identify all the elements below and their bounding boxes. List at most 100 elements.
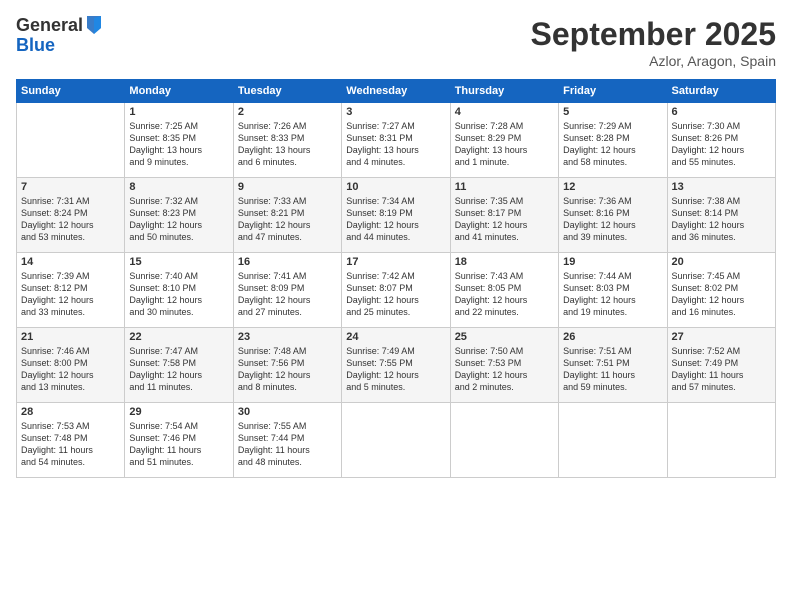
day-number: 11 <box>455 181 554 193</box>
calendar-cell: 25 Sunrise: 7:50 AM Sunset: 7:53 PM Dayli… <box>450 328 558 403</box>
day-info: Sunrise: 7:27 AM Sunset: 8:31 PM Dayligh… <box>346 120 445 169</box>
calendar-cell: 13Sunrise: 7:38 AM Sunset: 8:14 PM Dayli… <box>667 178 775 253</box>
calendar-cell: 17Sunrise: 7:42 AM Sunset: 8:07 PM Dayli… <box>342 253 450 328</box>
day-number: 19 <box>563 256 662 268</box>
calendar-cell: 29Sunrise: 7:54 AM Sunset: 7:46 PM Dayli… <box>125 403 233 478</box>
day-number: 8 <box>129 181 228 193</box>
day-info: Sunrise: 7:46 AM Sunset: 8:00 PM Dayligh… <box>21 345 120 394</box>
day-number: 21 <box>21 331 120 343</box>
day-number: 23 <box>238 331 337 343</box>
day-number: 2 <box>238 106 337 118</box>
day-info: Sunrise: 7:52 AM Sunset: 7:49 PM Dayligh… <box>672 345 771 394</box>
calendar-cell: 27 Sunrise: 7:52 AM Sunset: 7:49 PM Dayli… <box>667 328 775 403</box>
calendar-cell: 18Sunrise: 7:43 AM Sunset: 8:05 PM Dayli… <box>450 253 558 328</box>
day-info: Sunrise: 7:33 AM Sunset: 8:21 PM Dayligh… <box>238 195 337 244</box>
day-info: Sunrise: 7:36 AM Sunset: 8:16 PM Dayligh… <box>563 195 662 244</box>
day-info: Sunrise: 7:45 AM Sunset: 8:02 PM Dayligh… <box>672 270 771 319</box>
day-info: Sunrise: 7:47 AM Sunset: 7:58 PM Dayligh… <box>129 345 228 394</box>
calendar-cell: 5 Sunrise: 7:29 AM Sunset: 8:28 PM Daylig… <box>559 103 667 178</box>
day-info: Sunrise: 7:51 AM Sunset: 7:51 PM Dayligh… <box>563 345 662 394</box>
calendar-cell: 3 Sunrise: 7:27 AM Sunset: 8:31 PM Daylig… <box>342 103 450 178</box>
day-number: 12 <box>563 181 662 193</box>
calendar-cell: 10 Sunrise: 7:34 AM Sunset: 8:19 PM Dayli… <box>342 178 450 253</box>
day-number: 3 <box>346 106 445 118</box>
day-info: Sunrise: 7:34 AM Sunset: 8:19 PM Dayligh… <box>346 195 445 244</box>
calendar-cell: 14 Sunrise: 7:39 AM Sunset: 8:12 PM Dayli… <box>17 253 125 328</box>
calendar-cell: 8 Sunrise: 7:32 AM Sunset: 8:23 PM Daylig… <box>125 178 233 253</box>
day-info: Sunrise: 7:31 AM Sunset: 8:24 PM Dayligh… <box>21 195 120 244</box>
day-info: Sunrise: 7:38 AM Sunset: 8:14 PM Dayligh… <box>672 195 771 244</box>
day-info: Sunrise: 7:25 AM Sunset: 8:35 PM Dayligh… <box>129 120 228 169</box>
calendar-cell: 15Sunrise: 7:40 AM Sunset: 8:10 PM Dayli… <box>125 253 233 328</box>
day-info: Sunrise: 7:39 AM Sunset: 8:12 PM Dayligh… <box>21 270 120 319</box>
day-number: 14 <box>21 256 120 268</box>
day-info: Sunrise: 7:28 AM Sunset: 8:29 PM Dayligh… <box>455 120 554 169</box>
calendar-cell: 1 Sunrise: 7:25 AM Sunset: 8:35 PM Daylig… <box>125 103 233 178</box>
day-number: 25 <box>455 331 554 343</box>
logo-blue: Blue <box>16 36 103 56</box>
calendar-cell <box>667 403 775 478</box>
calendar-cell <box>342 403 450 478</box>
month-title: September 2025 <box>531 16 776 53</box>
header-wednesday: Wednesday <box>342 80 450 103</box>
day-number: 1 <box>129 106 228 118</box>
header: General Blue September 2025 Azlor, Arago… <box>16 16 776 69</box>
day-info: Sunrise: 7:49 AM Sunset: 7:55 PM Dayligh… <box>346 345 445 394</box>
day-number: 20 <box>672 256 771 268</box>
week-row-3: 14 Sunrise: 7:39 AM Sunset: 8:12 PM Dayli… <box>17 253 776 328</box>
calendar-cell: 12 Sunrise: 7:36 AM Sunset: 8:16 PM Dayli… <box>559 178 667 253</box>
calendar-cell: 11 Sunrise: 7:35 AM Sunset: 8:17 PM Dayli… <box>450 178 558 253</box>
day-number: 10 <box>346 181 445 193</box>
calendar-cell: 28 Sunrise: 7:53 AM Sunset: 7:48 PM Dayli… <box>17 403 125 478</box>
day-info: Sunrise: 7:35 AM Sunset: 8:17 PM Dayligh… <box>455 195 554 244</box>
day-number: 16 <box>238 256 337 268</box>
week-row-4: 21 Sunrise: 7:46 AM Sunset: 8:00 PM Dayli… <box>17 328 776 403</box>
calendar-cell: 6 Sunrise: 7:30 AM Sunset: 8:26 PM Daylig… <box>667 103 775 178</box>
header-sunday: Sunday <box>17 80 125 103</box>
day-info: Sunrise: 7:29 AM Sunset: 8:28 PM Dayligh… <box>563 120 662 169</box>
day-number: 5 <box>563 106 662 118</box>
title-section: September 2025 Azlor, Aragon, Spain <box>531 16 776 69</box>
day-number: 28 <box>21 406 120 418</box>
logo-icon <box>85 14 103 36</box>
day-number: 24 <box>346 331 445 343</box>
day-number: 22 <box>129 331 228 343</box>
calendar-cell: 30 Sunrise: 7:55 AM Sunset: 7:44 PM Dayli… <box>233 403 341 478</box>
day-info: Sunrise: 7:30 AM Sunset: 8:26 PM Dayligh… <box>672 120 771 169</box>
logo-text: General Blue <box>16 16 103 56</box>
day-number: 4 <box>455 106 554 118</box>
week-row-2: 7 Sunrise: 7:31 AM Sunset: 8:24 PM Daylig… <box>17 178 776 253</box>
day-number: 7 <box>21 181 120 193</box>
header-saturday: Saturday <box>667 80 775 103</box>
calendar-cell <box>559 403 667 478</box>
calendar-cell: 23Sunrise: 7:48 AM Sunset: 7:56 PM Dayli… <box>233 328 341 403</box>
logo-general: General <box>16 16 83 36</box>
day-info: Sunrise: 7:53 AM Sunset: 7:48 PM Dayligh… <box>21 420 120 469</box>
day-info: Sunrise: 7:41 AM Sunset: 8:09 PM Dayligh… <box>238 270 337 319</box>
day-number: 30 <box>238 406 337 418</box>
calendar-cell: 20 Sunrise: 7:45 AM Sunset: 8:02 PM Dayli… <box>667 253 775 328</box>
day-number: 15 <box>129 256 228 268</box>
calendar-cell: 16 Sunrise: 7:41 AM Sunset: 8:09 PM Dayli… <box>233 253 341 328</box>
calendar-cell: 9Sunrise: 7:33 AM Sunset: 8:21 PM Daylig… <box>233 178 341 253</box>
day-info: Sunrise: 7:43 AM Sunset: 8:05 PM Dayligh… <box>455 270 554 319</box>
calendar-cell: 7 Sunrise: 7:31 AM Sunset: 8:24 PM Daylig… <box>17 178 125 253</box>
day-info: Sunrise: 7:55 AM Sunset: 7:44 PM Dayligh… <box>238 420 337 469</box>
day-info: Sunrise: 7:44 AM Sunset: 8:03 PM Dayligh… <box>563 270 662 319</box>
calendar-cell: 2Sunrise: 7:26 AM Sunset: 8:33 PM Daylig… <box>233 103 341 178</box>
calendar-cell: 26 Sunrise: 7:51 AM Sunset: 7:51 PM Dayli… <box>559 328 667 403</box>
week-row-5: 28 Sunrise: 7:53 AM Sunset: 7:48 PM Dayli… <box>17 403 776 478</box>
calendar-cell: 19 Sunrise: 7:44 AM Sunset: 8:03 PM Dayli… <box>559 253 667 328</box>
calendar-cell: 21 Sunrise: 7:46 AM Sunset: 8:00 PM Dayli… <box>17 328 125 403</box>
day-number: 6 <box>672 106 771 118</box>
day-info: Sunrise: 7:54 AM Sunset: 7:46 PM Dayligh… <box>129 420 228 469</box>
calendar-cell <box>17 103 125 178</box>
day-info: Sunrise: 7:50 AM Sunset: 7:53 PM Dayligh… <box>455 345 554 394</box>
calendar-cell <box>450 403 558 478</box>
day-info: Sunrise: 7:32 AM Sunset: 8:23 PM Dayligh… <box>129 195 228 244</box>
day-number: 17 <box>346 256 445 268</box>
day-number: 27 <box>672 331 771 343</box>
calendar-cell: 22 Sunrise: 7:47 AM Sunset: 7:58 PM Dayli… <box>125 328 233 403</box>
calendar-cell: 4 Sunrise: 7:28 AM Sunset: 8:29 PM Daylig… <box>450 103 558 178</box>
day-number: 26 <box>563 331 662 343</box>
